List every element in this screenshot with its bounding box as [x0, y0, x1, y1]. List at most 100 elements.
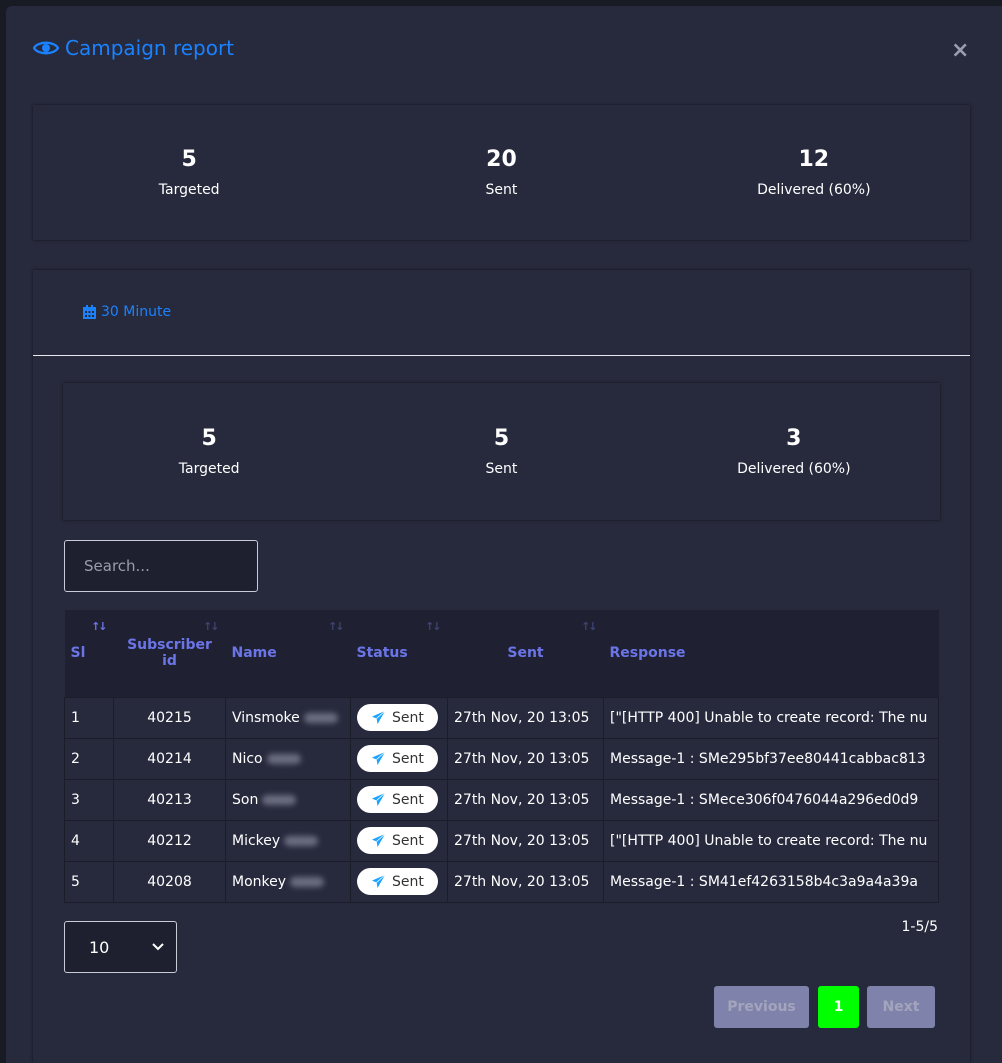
- table-row[interactable]: 4 40212 Mickey Sent 27th Nov, 20 13:05 […: [64, 819, 939, 862]
- cell-sl: 1: [64, 696, 114, 739]
- sl-value: 5: [71, 873, 80, 890]
- sort-icon[interactable]: ↑↓: [91, 620, 108, 633]
- cell-response: Message-1 : SM41ef4263158b4c3a9a4a39a: [603, 860, 939, 903]
- cell-name: Vinsmoke: [225, 696, 351, 739]
- sl-value: 1: [71, 709, 80, 726]
- response-text: ["[HTTP 400] Unable to create record: Th…: [610, 709, 928, 726]
- status-badge[interactable]: Sent: [357, 868, 438, 895]
- eye-icon: [33, 41, 59, 55]
- cell-name: Son: [225, 778, 351, 821]
- sl-value: 2: [71, 750, 80, 767]
- table-row[interactable]: 1 40215 Vinsmoke Sent 27th Nov, 20 13:05…: [64, 696, 939, 739]
- stat-value: 5: [493, 426, 510, 451]
- column-label: Name: [231, 645, 277, 662]
- cell-status: Sent: [350, 860, 448, 903]
- column-header-response[interactable]: Response: [603, 610, 939, 697]
- stat-delivered: 12 Delivered (60%): [658, 147, 970, 198]
- column-label: Status: [356, 645, 408, 662]
- column-header-sl[interactable]: ↑↓ Sl: [64, 610, 114, 697]
- cell-subscriber-id: 40208: [113, 860, 226, 903]
- redacted-surname: [266, 753, 301, 764]
- stat-value: 5: [181, 147, 197, 172]
- search-input[interactable]: [64, 540, 258, 592]
- page-size-value: 10: [89, 937, 110, 957]
- cell-name: Monkey: [225, 860, 351, 903]
- stat-targeted: 5 Targeted: [33, 147, 345, 198]
- table-row[interactable]: 3 40213 Son Sent 27th Nov, 20 13:05 Mess…: [64, 778, 939, 821]
- table-row[interactable]: 5 40208 Monkey Sent 27th Nov, 20 13:05 M…: [64, 860, 939, 903]
- sent-time: 27th Nov, 20 13:05: [454, 791, 590, 808]
- cell-sl: 3: [64, 778, 114, 821]
- column-header-subscriber-id[interactable]: ↑↓ Subscriber id: [113, 610, 226, 697]
- column-header-status[interactable]: ↑↓ Status: [350, 610, 448, 697]
- stat-targeted: 5 Targeted: [63, 426, 355, 477]
- cell-name: Mickey: [225, 819, 351, 862]
- subscriber-id-value: 40208: [147, 873, 192, 890]
- tab-summary-card: 5 Targeted 5 Sent 3 Delivered (60%): [63, 383, 940, 520]
- subscriber-id-value: 40213: [147, 791, 192, 808]
- cell-subscriber-id: 40212: [113, 819, 226, 862]
- stat-label: Delivered (60%): [737, 461, 851, 477]
- subscriber-id-value: 40215: [147, 709, 192, 726]
- sort-icon[interactable]: ↑↓: [425, 620, 442, 633]
- previous-button[interactable]: Previous: [714, 986, 809, 1028]
- name-value: Nico: [232, 750, 263, 767]
- close-button[interactable]: ×: [951, 38, 969, 63]
- stat-value: 20: [486, 147, 517, 172]
- chevron-down-icon: [152, 943, 164, 951]
- status-text: Sent: [392, 709, 424, 726]
- paper-plane-icon: [371, 874, 386, 889]
- paper-plane-icon: [371, 751, 386, 766]
- status-badge[interactable]: Sent: [357, 827, 438, 854]
- redacted-surname: [303, 712, 338, 723]
- cell-subscriber-id: 40214: [113, 737, 226, 780]
- status-text: Sent: [392, 791, 424, 808]
- tab-divider: [33, 355, 970, 356]
- redacted-surname: [284, 835, 319, 846]
- status-badge[interactable]: Sent: [357, 745, 438, 772]
- column-header-name[interactable]: ↑↓ Name: [225, 610, 351, 697]
- name-value: Mickey: [232, 832, 281, 849]
- tab-30-minute[interactable]: 30 Minute: [83, 304, 171, 320]
- column-label: Sl: [70, 645, 86, 662]
- cell-sent: 27th Nov, 20 13:05: [447, 778, 604, 821]
- cell-response: ["[HTTP 400] Unable to create record: Th…: [603, 819, 939, 862]
- cell-sent: 27th Nov, 20 13:05: [447, 819, 604, 862]
- cell-status: Sent: [350, 696, 448, 739]
- sort-icon[interactable]: ↑↓: [328, 620, 345, 633]
- status-text: Sent: [392, 873, 424, 890]
- report-table: ↑↓ Sl ↑↓ Subscriber id ↑↓ Name ↑↓ Status ↑↓ Sent R…: [64, 610, 939, 903]
- table-row[interactable]: 2 40214 Nico Sent 27th Nov, 20 13:05 Mes…: [64, 737, 939, 780]
- sort-icon[interactable]: ↑↓: [203, 620, 220, 633]
- modal-title-text: Campaign report: [65, 36, 235, 60]
- sent-time: 27th Nov, 20 13:05: [454, 873, 590, 890]
- cell-subscriber-id: 40215: [113, 696, 226, 739]
- cell-response: Message-1 : SMe295bf37ee80441cabbac813: [603, 737, 939, 780]
- column-header-sent[interactable]: ↑↓ Sent: [447, 610, 604, 697]
- page-1-button[interactable]: 1: [818, 986, 859, 1028]
- status-badge[interactable]: Sent: [357, 704, 438, 731]
- sent-time: 27th Nov, 20 13:05: [454, 750, 590, 767]
- column-label: Sent: [507, 645, 544, 662]
- result-range: 1-5/5: [901, 919, 939, 935]
- sent-time: 27th Nov, 20 13:05: [454, 832, 590, 849]
- stat-label: Delivered (60%): [757, 182, 871, 198]
- sort-icon[interactable]: ↑↓: [581, 620, 598, 633]
- sl-value: 4: [71, 832, 80, 849]
- subscriber-id-value: 40214: [147, 750, 192, 767]
- redacted-surname: [290, 876, 325, 887]
- subscriber-id-value: 40212: [147, 832, 192, 849]
- cell-sent: 27th Nov, 20 13:05: [447, 696, 604, 739]
- stat-label: Sent: [485, 461, 518, 477]
- response-text: Message-1 : SMe295bf37ee80441cabbac813: [610, 750, 926, 767]
- status-badge[interactable]: Sent: [357, 786, 438, 813]
- modal-title: Campaign report: [33, 36, 234, 60]
- cell-status: Sent: [350, 819, 448, 862]
- page-size-select[interactable]: 10: [64, 921, 177, 973]
- cell-response: Message-1 : SMece306f0476044a296ed0d9: [603, 778, 939, 821]
- stat-delivered: 3 Delivered (60%): [648, 426, 940, 477]
- paper-plane-icon: [371, 833, 386, 848]
- name-value: Monkey: [232, 873, 287, 890]
- cell-name: Nico: [225, 737, 351, 780]
- next-button[interactable]: Next: [867, 986, 935, 1028]
